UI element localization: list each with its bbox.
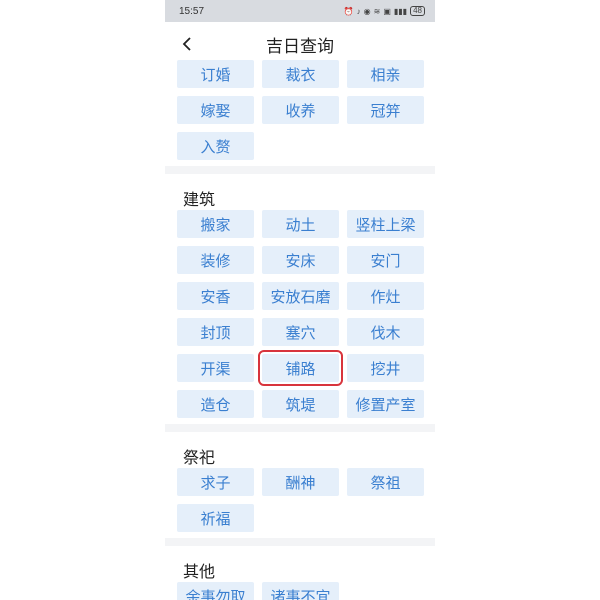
signal-icon: ▮▮▮ xyxy=(393,6,408,16)
battery-icon: 48 xyxy=(410,6,425,16)
back-button[interactable] xyxy=(175,32,199,56)
category-chip[interactable]: 装修 xyxy=(177,246,254,274)
category-chip[interactable]: 安床 xyxy=(262,246,339,274)
item-grid: 余事勿取 诸事不宜 xyxy=(165,582,435,600)
category-chip[interactable]: 安门 xyxy=(347,246,424,274)
category-chip[interactable]: 动土 xyxy=(262,210,339,238)
category-chip[interactable]: 修置产室 xyxy=(347,390,424,418)
page-title: 吉日查询 xyxy=(266,36,334,57)
category-chip[interactable]: 收养 xyxy=(262,96,339,124)
mute-icon: ♪ xyxy=(356,6,361,16)
status-bar: 15:57 ⏰ ♪ ◉ ≋ ▣ ▮▮▮ 48 xyxy=(165,0,435,22)
category-chip[interactable]: 开渠 xyxy=(177,354,254,382)
nfc-icon: ▣ xyxy=(383,6,391,16)
category-chip[interactable]: 筑堤 xyxy=(262,390,339,418)
status-time: 15:57 xyxy=(179,5,205,17)
category-chip[interactable]: 铺路 xyxy=(258,350,343,386)
category-chip[interactable]: 挖井 xyxy=(347,354,424,382)
category-chip[interactable]: 竖柱上梁 xyxy=(347,210,424,238)
alarm-icon: ⏰ xyxy=(343,6,354,16)
category-chip[interactable]: 祈福 xyxy=(177,504,254,532)
category-list[interactable]: 订婚 裁衣 相亲嫁娶 收养 冠笄入赘建筑 搬家 动土 竖柱上梁装修 安床 安门安香 安放石磨 作灶封顶… xyxy=(165,60,435,600)
category-chip[interactable]: 造仓 xyxy=(177,390,254,418)
item-grid: 搬家 动土 竖柱上梁装修 安床 安门安香 安放石磨 作灶封顶 塞穴 伐木开渠 铺路 挖井造仓 筑堤 修置… xyxy=(165,210,435,418)
section-3: 其他 余事勿取 诸事不宜 xyxy=(165,546,435,600)
phone-screen: 15:57 ⏰ ♪ ◉ ≋ ▣ ▮▮▮ 48 吉日查询 订婚 裁衣 相亲嫁娶 收养 冠笄… xyxy=(165,0,435,600)
section-1: 建筑 搬家 动土 竖柱上梁装修 安床 安门安香 安放石磨 作灶封顶 塞穴 伐木开渠 铺路 挖井造仓 筑堤… xyxy=(165,174,435,424)
category-chip[interactable]: 搬家 xyxy=(177,210,254,238)
category-chip[interactable]: 塞穴 xyxy=(262,318,339,346)
section-title: 建筑 xyxy=(183,190,216,209)
category-chip[interactable]: 酬神 xyxy=(262,468,339,496)
section-title: 其他 xyxy=(183,562,216,581)
category-chip[interactable]: 祭祖 xyxy=(347,468,424,496)
category-chip[interactable]: 求子 xyxy=(177,468,254,496)
section-2: 祭祀 求子 酬神 祭祖祈福 xyxy=(165,432,435,538)
category-chip[interactable]: 裁衣 xyxy=(262,60,339,88)
section-0: 订婚 裁衣 相亲嫁娶 收养 冠笄入赘 xyxy=(165,60,435,166)
section-title: 祭祀 xyxy=(183,448,216,467)
category-chip[interactable]: 嫁娶 xyxy=(177,96,254,124)
location-icon: ◉ xyxy=(363,6,371,16)
category-chip[interactable]: 伐木 xyxy=(347,318,424,346)
item-grid: 求子 酬神 祭祖祈福 xyxy=(165,468,435,532)
chevron-left-icon xyxy=(182,37,191,51)
category-chip[interactable]: 安香 xyxy=(177,282,254,310)
category-chip[interactable]: 诸事不宜 xyxy=(262,582,339,600)
category-chip[interactable]: 作灶 xyxy=(347,282,424,310)
category-chip[interactable]: 安放石磨 xyxy=(262,282,339,310)
category-chip[interactable]: 订婚 xyxy=(177,60,254,88)
category-chip[interactable]: 冠笄 xyxy=(347,96,424,124)
category-chip[interactable]: 封顶 xyxy=(177,318,254,346)
category-chip[interactable]: 入赘 xyxy=(177,132,254,160)
category-chip[interactable]: 余事勿取 xyxy=(177,582,254,600)
item-grid: 订婚 裁衣 相亲嫁娶 收养 冠笄入赘 xyxy=(165,60,435,160)
wifi-icon: ≋ xyxy=(373,6,381,16)
status-icons: ⏰ ♪ ◉ ≋ ▣ ▮▮▮ 48 xyxy=(344,6,425,16)
category-chip[interactable]: 相亲 xyxy=(347,60,424,88)
